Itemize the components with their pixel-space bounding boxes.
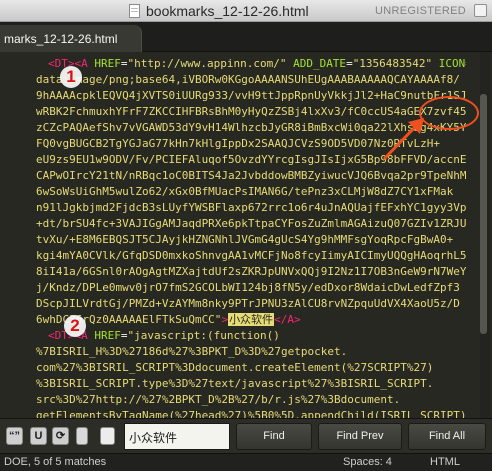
find-bar: “” U ⟳ 小众软件 Find Find Prev Find All <box>0 418 492 453</box>
highlight-matches-toggle[interactable] <box>100 427 115 445</box>
annotation-arrow <box>382 118 424 161</box>
in-selection-toggle[interactable] <box>76 427 88 445</box>
window-title: bookmarks_12-12-26.html <box>146 3 309 19</box>
unregistered-label: UNREGISTERED <box>375 5 466 17</box>
marker-1-label: 1 <box>66 67 76 86</box>
title-bar: bookmarks_12-12-26.html UNREGISTERED <box>0 0 492 22</box>
wrap-toggle[interactable]: ⟳ <box>52 427 69 445</box>
find-prev-button[interactable]: Find Prev <box>318 423 402 450</box>
code-editor[interactable]: <DT><A HREF="http://www.appinn.com/" ADD… <box>0 52 492 418</box>
status-indentation[interactable]: Spaces: 4 <box>343 456 392 468</box>
status-bar: DOE, 5 of 5 matches Spaces: 4 HTML <box>0 453 492 471</box>
status-syntax[interactable]: HTML <box>430 456 460 468</box>
find-all-button[interactable]: Find All <box>408 423 486 450</box>
tab-bar: marks_12-12-26.html <box>0 22 492 52</box>
tab-label: marks_12-12-26.html <box>4 32 118 46</box>
window-resize-button[interactable] <box>474 4 487 17</box>
status-matches: DOE, 5 of 5 matches <box>4 456 107 468</box>
document-icon <box>129 4 140 18</box>
case-sensitive-toggle[interactable]: U <box>30 427 47 445</box>
find-button[interactable]: Find <box>236 423 312 450</box>
tab-bookmarks[interactable]: marks_12-12-26.html <box>0 25 142 52</box>
regex-toggle[interactable]: “” <box>6 427 23 445</box>
find-input[interactable]: 小众软件 <box>124 423 230 450</box>
marker-2-label: 2 <box>70 316 80 335</box>
